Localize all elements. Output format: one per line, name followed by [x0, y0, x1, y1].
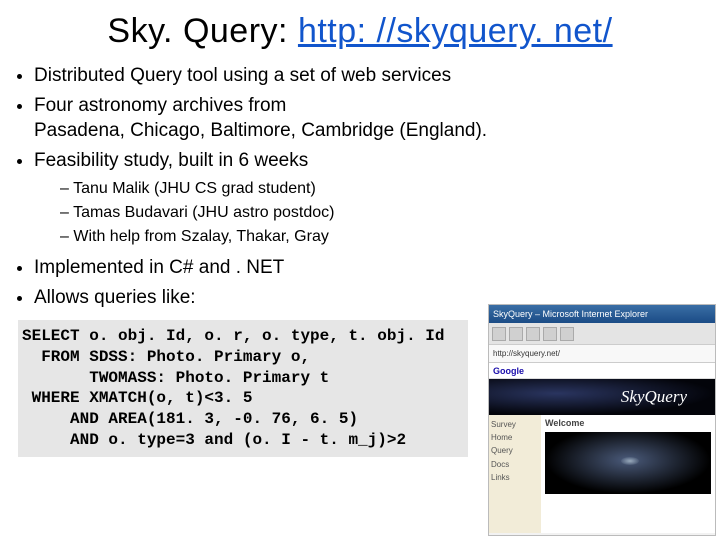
panel-title: Welcome: [545, 418, 711, 428]
sub-bullet-list: Tanu Malik (JHU CS grad student) Tamas B…: [60, 178, 720, 249]
nav-item[interactable]: Links: [491, 472, 539, 483]
google-toolbar: Google: [489, 363, 715, 379]
top-bullet-list: Distributed Query tool using a set of we…: [34, 63, 720, 174]
site-main: Welcome: [541, 415, 715, 533]
sky-image: [545, 432, 711, 494]
site-body: Survey Home Query Docs Links Welcome: [489, 415, 715, 533]
nav-back-icon[interactable]: [492, 327, 506, 341]
nav-stop-icon[interactable]: [526, 327, 540, 341]
browser-screenshot: SkyQuery – Microsoft Internet Explorer h…: [488, 304, 716, 536]
sub-bullet-item: Tamas Budavari (JHU astro postdoc): [60, 202, 720, 224]
title-link[interactable]: http: //skyquery. net/: [298, 12, 613, 50]
site-nav: Survey Home Query Docs Links: [489, 415, 541, 533]
nav-item[interactable]: Query: [491, 445, 539, 456]
address-bar[interactable]: http://skyquery.net/: [489, 345, 715, 363]
site-header: SkyQuery: [489, 379, 715, 415]
bullet-item: Implemented in C# and . NET: [34, 255, 720, 282]
browser-toolbar: [489, 323, 715, 345]
bullet-item: Feasibility study, built in 6 weeks: [34, 148, 720, 174]
bullet-item: Four astronomy archives from Pasadena, C…: [34, 93, 720, 144]
slide-title: Sky. Query: http: //skyquery. net/: [0, 0, 720, 57]
nav-item[interactable]: Home: [491, 432, 539, 443]
nav-item[interactable]: Docs: [491, 459, 539, 470]
bullet-item: Distributed Query tool using a set of we…: [34, 63, 720, 89]
sql-query-block: SELECT o. obj. Id, o. r, o. type, t. obj…: [18, 320, 468, 457]
site-brand: SkyQuery: [621, 387, 687, 407]
nav-refresh-icon[interactable]: [543, 327, 557, 341]
sub-bullet-item: Tanu Malik (JHU CS grad student): [60, 178, 720, 200]
title-prefix: Sky. Query:: [107, 12, 298, 50]
nav-forward-icon[interactable]: [509, 327, 523, 341]
nav-home-icon[interactable]: [560, 327, 574, 341]
sub-bullet-item: With help from Szalay, Thakar, Gray: [60, 226, 720, 248]
window-titlebar: SkyQuery – Microsoft Internet Explorer: [489, 305, 715, 323]
nav-item[interactable]: Survey: [491, 419, 539, 430]
google-logo: Google: [493, 366, 524, 376]
